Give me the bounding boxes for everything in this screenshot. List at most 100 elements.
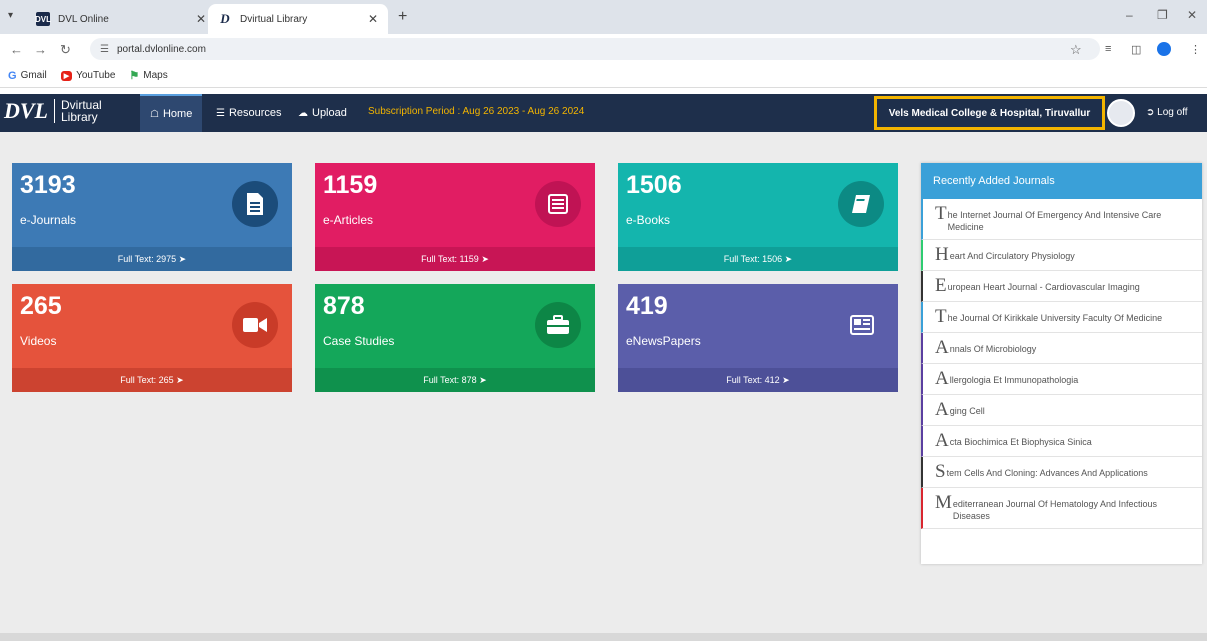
stat-card-ejournals[interactable]: 3193 e-Journals Full Text: 2975 ➤ <box>12 163 292 271</box>
full-text-label: Full Text: 412 <box>726 375 780 385</box>
stat-card-earticles[interactable]: 1159 e-Articles Full Text: 1159 ➤ <box>315 163 595 271</box>
journal-list-item[interactable]: Acta Biochimica Et Biophysica Sinica <box>921 426 1202 457</box>
stat-label: e-Books <box>626 213 671 227</box>
stat-count: 3193 <box>20 171 76 199</box>
journal-list-item[interactable]: Aging Cell <box>921 395 1202 426</box>
nav-upload[interactable]: ☁ Upload <box>288 94 357 132</box>
journal-initial: T <box>935 203 947 224</box>
nav-home[interactable]: ☖ Home <box>140 94 203 132</box>
full-text-link[interactable]: Full Text: 1506 ➤ <box>618 247 898 271</box>
stat-count: 1159 <box>323 171 378 199</box>
journal-initial: A <box>935 368 949 389</box>
full-text-link[interactable]: Full Text: 265 ➤ <box>12 368 292 392</box>
arrow-circle-right-icon: ➤ <box>178 253 187 264</box>
logo-text: Dvirtual Library <box>54 99 102 123</box>
restore-icon[interactable]: ❐ <box>1157 8 1168 22</box>
bookmark-youtube[interactable]: ▶ YouTube <box>60 70 116 81</box>
full-text-link[interactable]: Full Text: 878 ➤ <box>315 368 595 392</box>
tab-title: DVL Online <box>58 13 109 25</box>
bookmark-label: Maps <box>143 70 168 81</box>
article-icon <box>535 181 581 227</box>
youtube-icon: ▶ <box>60 70 73 81</box>
side-panel-icon[interactable]: ◫ <box>1131 43 1141 56</box>
nav-resources[interactable]: ☰ Resources <box>206 94 292 132</box>
bookmark-label: YouTube <box>76 70 116 81</box>
full-text-label: Full Text: 265 <box>120 375 174 385</box>
extensions-icon[interactable]: ≡ <box>1105 43 1111 55</box>
dvl-logo[interactable]: DVL Dvirtual Library <box>4 98 102 124</box>
full-text-link[interactable]: Full Text: 412 ➤ <box>618 368 898 392</box>
stat-count: 265 <box>20 292 62 320</box>
journal-initial: T <box>935 306 947 327</box>
stat-card-enewspapers[interactable]: 419 eNewsPapers Full Text: 412 ➤ <box>618 284 898 392</box>
journal-list-item[interactable]: Mediterranean Journal Of Hematology And … <box>921 488 1202 529</box>
tab-dvl-online[interactable]: DVL DVL Online ✕ <box>26 4 216 34</box>
address-row: ← → ↻ ☰ portal.dvlonline.com ☆ ≡ ◫ ⋮ <box>0 34 1207 64</box>
logoff-label: Log off <box>1157 107 1188 118</box>
browser-tabstrip: ▾ DVL DVL Online ✕ D Dvirtual Library ✕ … <box>0 0 1207 34</box>
bookmark-gmail[interactable]: G Gmail <box>8 70 47 82</box>
full-text-link[interactable]: Full Text: 2975 ➤ <box>12 247 292 271</box>
dvl-favicon-icon: DVL <box>35 12 51 26</box>
url-text: portal.dvlonline.com <box>116 43 206 55</box>
journal-list-item[interactable]: Allergologia Et Immunopathologia <box>921 364 1202 395</box>
arrow-circle-right-icon: ➤ <box>481 253 489 264</box>
maps-icon: ⚑ <box>129 70 140 82</box>
app-navbar: DVL Dvirtual Library ☖ Home ☰ Resources … <box>0 94 1207 132</box>
journal-initial: M <box>935 492 952 513</box>
journal-list-item[interactable]: Annals Of Microbiology <box>921 333 1202 364</box>
avatar[interactable] <box>1107 99 1135 127</box>
full-text-label: Full Text: 1506 <box>723 254 783 264</box>
logoff-link[interactable]: ➲ Log off <box>1146 107 1188 118</box>
journal-list-item[interactable]: Stem Cells And Cloning: Advances And App… <box>921 457 1202 488</box>
journal-list-item[interactable]: The Internet Journal Of Emergency And In… <box>921 199 1202 240</box>
google-icon: G <box>8 69 17 82</box>
reload-icon[interactable]: ↻ <box>60 42 71 58</box>
bookmark-maps[interactable]: ⚑ Maps <box>129 69 167 82</box>
dvirtual-favicon-icon: D <box>220 11 230 26</box>
stat-card-ebooks[interactable]: 1506 e-Books Full Text: 1506 ➤ <box>618 163 898 271</box>
arrow-circle-right-icon: ➤ <box>782 374 790 385</box>
panel-heading: Recently Added Journals <box>921 163 1202 199</box>
stat-card-case-studies[interactable]: 878 Case Studies Full Text: 878 ➤ <box>315 284 595 392</box>
nav-home-label: Home <box>162 108 193 120</box>
tab-title: Dvirtual Library <box>240 13 308 25</box>
stat-label: e-Articles <box>323 213 374 227</box>
logo-text-line2: Library <box>61 110 98 124</box>
tab-search-icon[interactable]: ▾ <box>8 10 13 21</box>
stat-label: e-Journals <box>20 213 77 227</box>
site-info-icon[interactable]: ☰ <box>100 44 109 55</box>
journal-list-item[interactable]: Heart And Circulatory Physiology <box>921 240 1202 271</box>
briefcase-icon <box>535 302 581 348</box>
address-bar[interactable]: ☰ portal.dvlonline.com <box>90 38 1100 60</box>
journal-title: eart And Circulatory Physiology <box>949 251 1075 261</box>
arrow-circle-right-icon: ➤ <box>479 374 487 385</box>
bookmark-star-icon[interactable]: ☆ <box>1070 42 1082 58</box>
window-close-icon[interactable]: ✕ <box>1187 8 1197 22</box>
close-icon[interactable]: ✕ <box>196 12 206 26</box>
stat-card-videos[interactable]: 265 Videos Full Text: 265 ➤ <box>12 284 292 392</box>
journal-title: uropean Heart Journal - Cardiovascular I… <box>947 282 1140 292</box>
profile-icon[interactable] <box>1157 42 1171 56</box>
journal-list-item[interactable]: European Heart Journal - Cardiovascular … <box>921 271 1202 302</box>
more-menu-icon[interactable]: ⋮ <box>1190 43 1201 56</box>
full-text-link[interactable]: Full Text: 1159 ➤ <box>315 247 595 271</box>
minimize-icon[interactable]: – <box>1126 8 1133 22</box>
forward-icon[interactable]: → <box>34 42 47 57</box>
journal-title: llergologia Et Immunopathologia <box>949 375 1079 385</box>
video-camera-icon <box>232 302 278 348</box>
close-icon[interactable]: ✕ <box>368 12 378 26</box>
stat-label: Case Studies <box>323 334 395 348</box>
new-tab-icon[interactable]: + <box>398 8 407 26</box>
journal-title: cta Biochimica Et Biophysica Sinica <box>949 437 1092 447</box>
journal-title: tem Cells And Cloning: Advances And Appl… <box>946 468 1148 478</box>
back-icon[interactable]: ← <box>10 42 23 57</box>
journal-initial: A <box>935 399 949 420</box>
journal-list-item[interactable]: The Journal Of Kirikkale University Facu… <box>921 302 1202 333</box>
journal-initial: E <box>935 275 947 296</box>
journal-title: editerranean Journal Of Hematology And I… <box>952 499 1158 521</box>
bookmark-label: Gmail <box>20 70 47 81</box>
tab-dvirtual-library[interactable]: D Dvirtual Library ✕ <box>208 4 388 34</box>
stat-label: eNewsPapers <box>626 334 701 348</box>
full-text-label: Full Text: 878 <box>423 375 477 385</box>
